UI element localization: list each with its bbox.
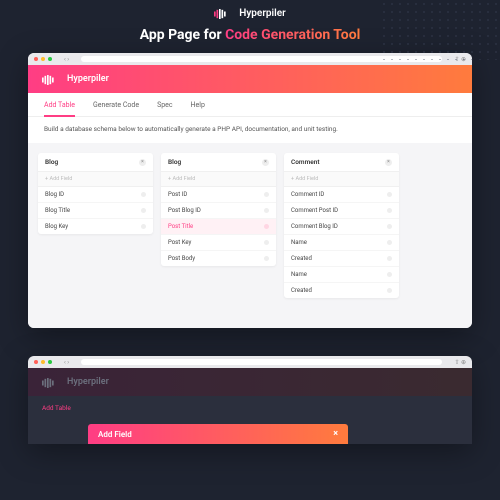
field-row[interactable]: Comment Post ID — [284, 203, 399, 219]
modal-title: Add Field — [98, 430, 132, 439]
card-title: Blog — [168, 158, 181, 166]
field-handle-icon[interactable] — [387, 224, 392, 229]
field-label: Created — [291, 255, 312, 262]
field-row[interactable]: Comment Blog ID — [284, 219, 399, 235]
add-field-button[interactable]: + Add Field — [284, 171, 399, 187]
schema-canvas: Blog × + Add Field Blog ID Blog Title Blog Ke… — [28, 143, 472, 328]
field-label: Blog ID — [45, 191, 64, 198]
field-label: Comment ID — [291, 191, 324, 198]
field-row[interactable]: Created — [284, 251, 399, 267]
field-handle-icon[interactable] — [387, 192, 392, 197]
field-handle-icon[interactable] — [387, 240, 392, 245]
field-label: Blog Key — [45, 223, 68, 230]
field-handle-icon[interactable] — [387, 208, 392, 213]
close-icon[interactable]: × — [385, 159, 392, 166]
add-field-modal-header: Add Field × — [88, 424, 348, 444]
logo-icon — [214, 9, 234, 19]
field-label: Name — [291, 271, 307, 278]
traffic-lights[interactable] — [34, 360, 52, 364]
dim-tabs: Add Table — [28, 396, 472, 412]
logo-icon — [42, 373, 62, 392]
browser-window: ‹ › ⇧ ⊕ Hyperpiler Add Table Generate Co… — [28, 53, 472, 328]
field-label: Comment Blog ID — [291, 223, 338, 230]
field-label: Created — [291, 287, 312, 294]
field-handle-icon[interactable] — [264, 256, 269, 261]
field-label: Comment Post ID — [291, 207, 338, 214]
field-handle-icon[interactable] — [387, 256, 392, 261]
schema-card: Blog × + Add Field Blog ID Blog Title Blog Ke… — [38, 153, 153, 234]
field-handle-icon[interactable] — [264, 224, 269, 229]
nav-arrows[interactable]: ‹ › — [64, 359, 69, 366]
chrome-right-icons[interactable]: ⇧ ⊕ — [454, 359, 466, 366]
field-row[interactable]: Name — [284, 267, 399, 283]
field-handle-icon[interactable] — [141, 208, 146, 213]
field-handle-icon[interactable] — [264, 192, 269, 197]
field-label: Post ID — [168, 191, 187, 198]
field-label: Blog Title — [45, 207, 70, 214]
field-row[interactable]: Name — [284, 235, 399, 251]
intro-text: Build a database schema below to automat… — [28, 117, 472, 143]
tab-bar: Add Table Generate Code Spec Help — [28, 93, 472, 117]
nav-arrows[interactable]: ‹ › — [64, 56, 69, 63]
schema-card: Blog × + Add Field Post ID Post Blog ID Post … — [161, 153, 276, 266]
card-title: Comment — [291, 158, 320, 166]
browser-window-2: ‹ › ⇧ ⊕ Hyperpiler Add Table Add Field × — [28, 356, 472, 444]
tab-add-table[interactable]: Add Table — [44, 101, 75, 117]
hero-prefix: App Page for — [140, 27, 225, 43]
field-row[interactable]: Blog Key — [38, 219, 153, 234]
close-icon[interactable]: × — [139, 159, 146, 166]
field-handle-icon[interactable] — [141, 224, 146, 229]
field-label: Post Key — [168, 239, 191, 246]
field-handle-icon[interactable] — [264, 240, 269, 245]
field-row[interactable]: Post Title — [161, 219, 276, 235]
field-row[interactable]: Blog Title — [38, 203, 153, 219]
app-header-dim: Hyperpiler — [28, 368, 472, 396]
add-field-button[interactable]: + Add Field — [161, 171, 276, 187]
field-label: Post Title — [168, 223, 193, 230]
field-row[interactable]: Comment ID — [284, 187, 399, 203]
close-icon[interactable]: × — [262, 159, 269, 166]
schema-card: Comment × + Add Field Comment ID Comment Pos… — [284, 153, 399, 298]
add-field-button[interactable]: + Add Field — [38, 171, 153, 187]
app-name: Hyperpiler — [67, 74, 109, 84]
field-row[interactable]: Post ID — [161, 187, 276, 203]
field-handle-icon[interactable] — [141, 192, 146, 197]
app-header: Hyperpiler — [28, 65, 472, 93]
close-icon[interactable]: × — [333, 429, 338, 439]
field-row[interactable]: Post Body — [161, 251, 276, 266]
field-label: Name — [291, 239, 307, 246]
field-label: Post Body — [168, 255, 195, 262]
brand-name: Hyperpiler — [239, 8, 285, 19]
field-label: Post Blog ID — [168, 207, 201, 214]
field-row[interactable]: Blog ID — [38, 187, 153, 203]
field-handle-icon[interactable] — [264, 208, 269, 213]
field-handle-icon[interactable] — [387, 288, 392, 293]
field-row[interactable]: Created — [284, 283, 399, 298]
tab-generate-code[interactable]: Generate Code — [93, 101, 139, 116]
field-handle-icon[interactable] — [387, 272, 392, 277]
app-name: Hyperpiler — [67, 377, 109, 387]
hero-highlight: Code Generation Tool — [225, 27, 360, 43]
card-title: Blog — [45, 158, 58, 166]
logo-icon — [42, 70, 62, 89]
field-row[interactable]: Post Key — [161, 235, 276, 251]
field-row[interactable]: Post Blog ID — [161, 203, 276, 219]
traffic-lights[interactable] — [34, 57, 52, 61]
tab-spec[interactable]: Spec — [157, 101, 172, 116]
url-bar[interactable] — [81, 359, 442, 365]
browser-chrome: ‹ › ⇧ ⊕ — [28, 356, 472, 368]
tab-help[interactable]: Help — [191, 101, 205, 116]
